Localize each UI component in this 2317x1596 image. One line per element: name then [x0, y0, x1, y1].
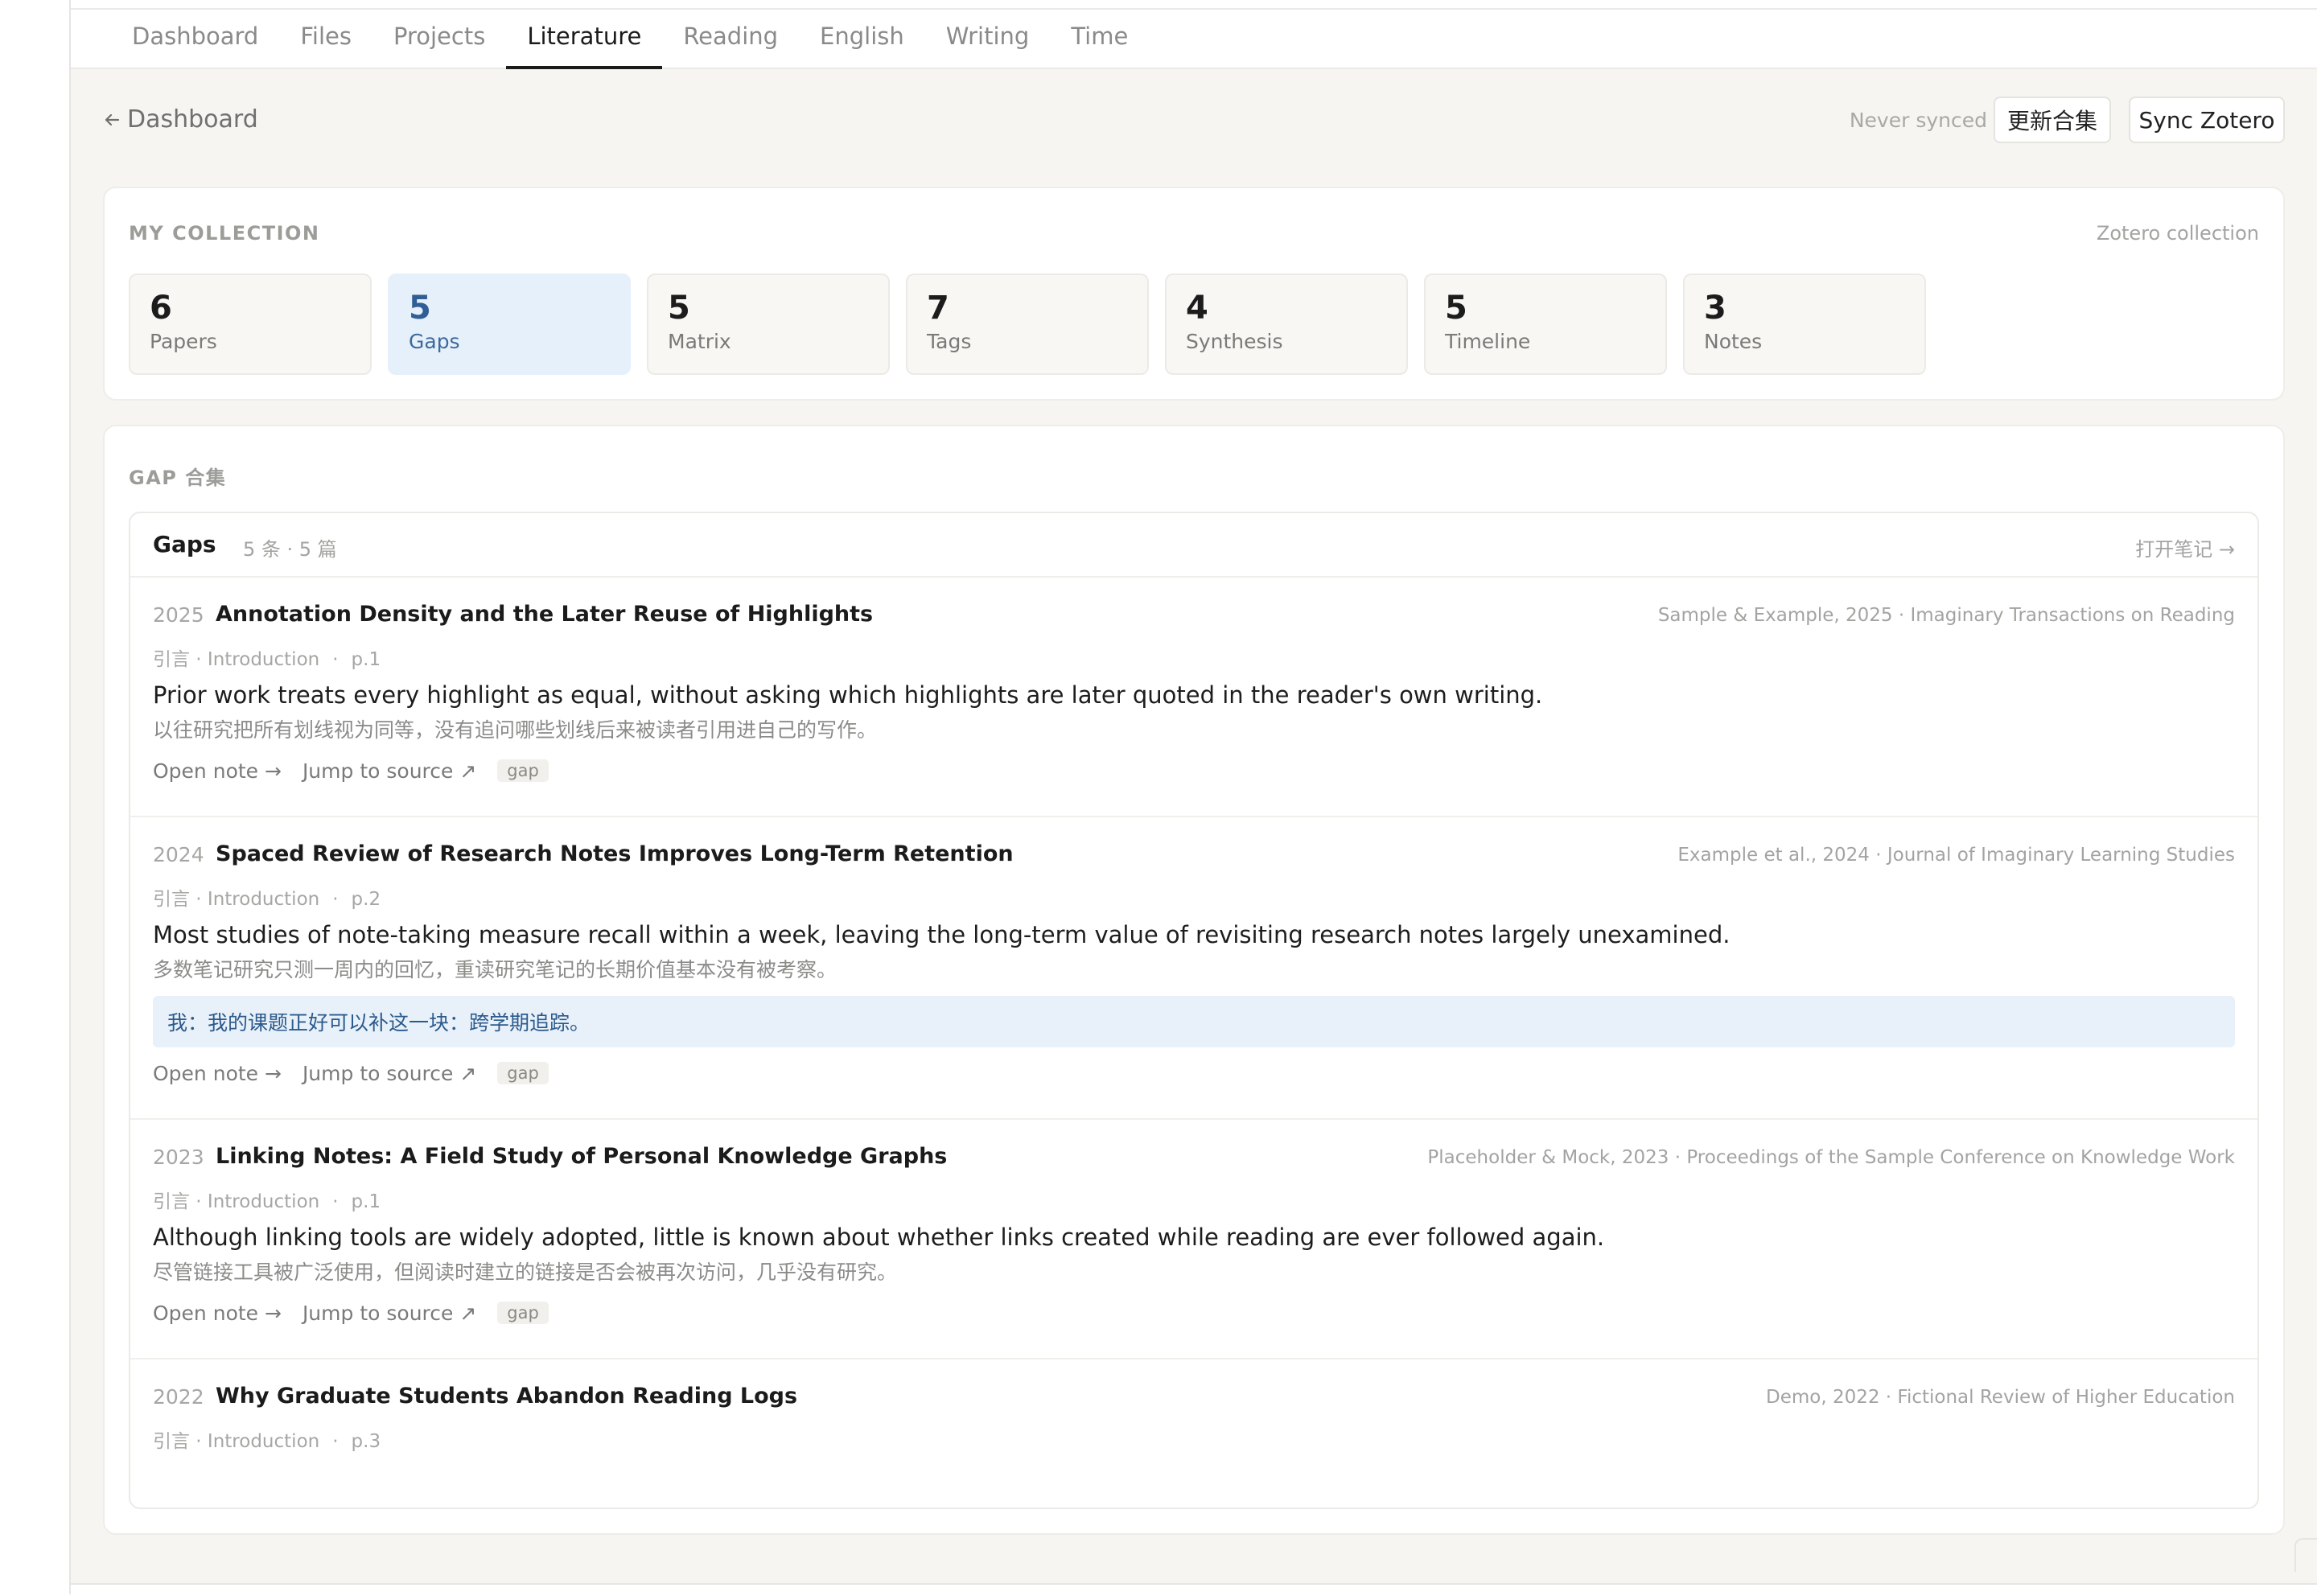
stats-row: 6 Papers 5 Gaps 5 Matrix 7 Tags 4 Synthe… — [129, 274, 1926, 375]
stat-tags[interactable]: 7 Tags — [906, 274, 1149, 375]
stat-gaps[interactable]: 5 Gaps — [388, 274, 631, 375]
entry-year: 2025 — [153, 603, 204, 627]
stat-label: Notes — [1704, 330, 1763, 353]
entry-title[interactable]: Linking Notes: A Field Study of Personal… — [216, 1144, 947, 1169]
entry-title[interactable]: Why Graduate Students Abandon Reading Lo… — [216, 1384, 797, 1409]
tab-projects[interactable]: Projects — [372, 10, 506, 69]
sync-zotero-button[interactable]: Sync Zotero — [2129, 97, 2285, 143]
jump-to-source-link[interactable]: Jump to source ↗ — [302, 1302, 476, 1325]
entry-title[interactable]: Annotation Density and the Later Reuse o… — [216, 602, 873, 627]
scroll-handle[interactable] — [2294, 1538, 2317, 1572]
arrow-left-icon — [105, 113, 120, 125]
gap-entry: 2025 Annotation Density and the Later Re… — [130, 578, 2257, 817]
open-notes-link[interactable]: 打开笔记 → — [2135, 533, 2235, 561]
stat-value: 4 — [1186, 290, 1208, 327]
update-collection-button[interactable]: 更新合集 — [1994, 97, 2111, 143]
entry-page: p.3 — [351, 1431, 381, 1452]
stat-label: Timeline — [1445, 330, 1531, 353]
stat-label: Tags — [927, 330, 972, 353]
entry-quote: Although linking tools are widely adopte… — [153, 1224, 1605, 1251]
entry-quote: Most studies of note-taking measure reca… — [153, 921, 1731, 948]
entry-translation: 多数笔记研究只测一周内的回忆，重读研究笔记的长期价值基本没有被考察。 — [153, 958, 837, 981]
entry-meta: 引言 · Introduction · p.1 — [153, 1191, 381, 1212]
tab-dashboard[interactable]: Dashboard — [111, 10, 279, 69]
entry-source: Example et al., 2024 · Journal of Imagin… — [1677, 845, 2235, 866]
entry-section: 引言 · Introduction — [153, 889, 320, 910]
gap-tag[interactable]: gap — [497, 1302, 549, 1324]
entry-year: 2022 — [153, 1385, 204, 1409]
stat-label: Synthesis — [1186, 330, 1283, 353]
open-note-link[interactable]: Open note → — [153, 1062, 282, 1085]
gap-tag[interactable]: gap — [497, 759, 549, 782]
tab-writing[interactable]: Writing — [925, 10, 1051, 69]
stat-matrix[interactable]: 5 Matrix — [647, 274, 890, 375]
entry-year: 2024 — [153, 843, 204, 866]
entry-meta: 引言 · Introduction · p.3 — [153, 1431, 381, 1452]
tab-english[interactable]: English — [799, 10, 925, 69]
back-label: Dashboard — [127, 105, 258, 134]
tab-literature[interactable]: Literature — [506, 10, 663, 69]
gap-entry: 2023 Linking Notes: A Field Study of Per… — [130, 1120, 2257, 1359]
back-to-dashboard-link[interactable]: Dashboard — [103, 105, 258, 134]
left-rail — [0, 0, 71, 1594]
entry-actions: Open note → Jump to source ↗ gap — [153, 1298, 2235, 1358]
stat-label: Matrix — [668, 330, 731, 353]
tab-time[interactable]: Time — [1050, 10, 1149, 69]
collection-title: MY COLLECTION — [129, 222, 320, 245]
stat-papers[interactable]: 6 Papers — [129, 274, 372, 375]
jump-to-source-link[interactable]: Jump to source ↗ — [302, 1062, 476, 1085]
tab-files[interactable]: Files — [279, 10, 372, 69]
entry-translation: 以往研究把所有划线视为同等，没有追问哪些划线后来被读者引用进自己的写作。 — [153, 718, 878, 742]
entry-meta: 引言 · Introduction · p.1 — [153, 649, 381, 670]
stat-notes[interactable]: 3 Notes — [1683, 274, 1926, 375]
entry-page: p.1 — [351, 1191, 381, 1212]
gap-entry: 2022 Why Graduate Students Abandon Readi… — [130, 1359, 2257, 1452]
entry-section: 引言 · Introduction — [153, 1191, 320, 1212]
entry-source: Demo, 2022 · Fictional Review of Higher … — [1765, 1387, 2235, 1408]
gap-tag[interactable]: gap — [497, 1062, 549, 1084]
gap-collection-card: GAP 合集 Gaps 5 条 · 5 篇 打开笔记 → 2025 Annota… — [103, 425, 2285, 1535]
stat-value: 6 — [150, 290, 172, 327]
entry-actions: Open note → Jump to source ↗ gap — [153, 756, 2235, 816]
gap-section-title: GAP 合集 — [129, 467, 227, 489]
gap-entry: 2024 Spaced Review of Research Notes Imp… — [130, 817, 2257, 1120]
entry-page: p.1 — [351, 649, 381, 670]
entry-meta: 引言 · Introduction · p.2 — [153, 889, 381, 910]
stat-timeline[interactable]: 5 Timeline — [1424, 274, 1667, 375]
stat-value: 7 — [927, 290, 949, 327]
top-nav: Dashboard Files Projects Literature Read… — [71, 10, 2317, 69]
sync-status: Never synced — [1849, 109, 1987, 132]
tab-reading[interactable]: Reading — [662, 10, 799, 69]
main-area: Dashboard Files Projects Literature Read… — [71, 0, 2317, 1583]
open-note-link[interactable]: Open note → — [153, 759, 282, 783]
entry-actions: Open note → Jump to source ↗ gap — [153, 1059, 2235, 1118]
stat-synthesis[interactable]: 4 Synthesis — [1165, 274, 1408, 375]
entry-page: p.2 — [351, 889, 381, 910]
stat-value: 3 — [1704, 290, 1726, 327]
entry-translation: 尽管链接工具被广泛使用，但阅读时建立的链接是否会被再次访问，几乎没有研究。 — [153, 1261, 898, 1284]
my-note: 我：我的课题正好可以补这一块：跨学期追踪。 — [153, 996, 2235, 1047]
entry-section: 引言 · Introduction — [153, 649, 320, 670]
open-note-link[interactable]: Open note → — [153, 1302, 282, 1325]
stat-value: 5 — [1445, 290, 1467, 327]
stat-label: Gaps — [409, 330, 460, 353]
top-bar — [71, 0, 2317, 10]
gaps-count: 5 条 · 5 篇 — [243, 538, 337, 561]
entry-quote: Prior work treats every highlight as equ… — [153, 681, 1543, 709]
gaps-panel: Gaps 5 条 · 5 篇 打开笔记 → 2025 Annotation De… — [129, 512, 2259, 1509]
entry-year: 2023 — [153, 1146, 204, 1169]
stat-value: 5 — [668, 290, 690, 327]
entry-section: 引言 · Introduction — [153, 1431, 320, 1452]
entry-source: Placeholder & Mock, 2023 · Proceedings o… — [1427, 1147, 2235, 1168]
entry-title[interactable]: Spaced Review of Research Notes Improves… — [216, 841, 1014, 866]
stat-label: Papers — [150, 330, 217, 353]
jump-to-source-link[interactable]: Jump to source ↗ — [302, 759, 476, 783]
gaps-panel-title: Gaps — [153, 531, 216, 557]
stat-value: 5 — [409, 290, 431, 327]
collection-card: MY COLLECTION Zotero collection 6 Papers… — [103, 187, 2285, 401]
zotero-collection-label: Zotero collection — [2096, 222, 2259, 245]
entry-source: Sample & Example, 2025 · Imaginary Trans… — [1657, 605, 2235, 626]
gaps-panel-header: Gaps 5 条 · 5 篇 打开笔记 → — [130, 513, 2257, 578]
